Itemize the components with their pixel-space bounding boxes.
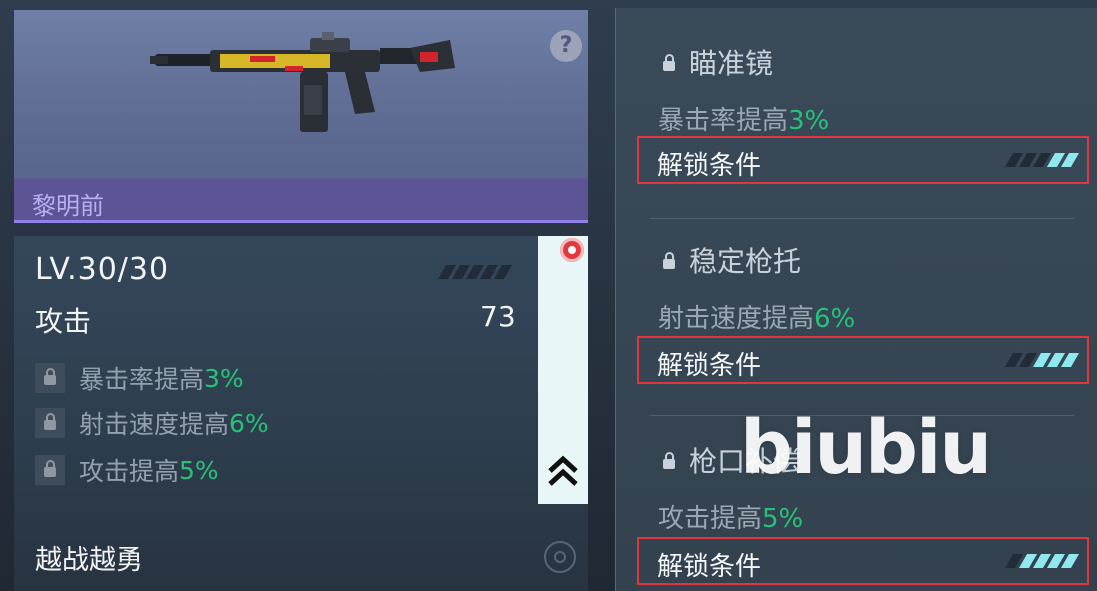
attribute-row: 攻击提高 5% bbox=[35, 452, 219, 488]
level-progress-stripes bbox=[437, 265, 513, 279]
unlock-label: 解锁条件 bbox=[657, 552, 762, 582]
attribute-text: 射击速度提高 bbox=[79, 410, 230, 439]
mod-title-text: 稳定枪托 bbox=[689, 245, 802, 278]
mod-description: 攻击提高5% bbox=[658, 498, 803, 535]
lock-icon bbox=[663, 252, 675, 269]
mod-description: 射击速度提高6% bbox=[658, 298, 855, 335]
lock-icon bbox=[663, 452, 675, 469]
weapon-skill-name: 越战越勇 bbox=[35, 545, 143, 576]
divider bbox=[650, 218, 1074, 219]
weapon-level: LV.30/30 bbox=[35, 252, 170, 287]
rifle-image bbox=[150, 32, 455, 132]
unlock-condition-button[interactable]: 解锁条件 bbox=[637, 136, 1089, 184]
unlock-progress-stripes bbox=[1004, 353, 1080, 367]
mod-title-text: 瞄准镜 bbox=[689, 47, 774, 80]
mod-desc-text: 暴击率提高 bbox=[658, 106, 789, 136]
lock-icon bbox=[35, 408, 65, 438]
lock-icon bbox=[663, 54, 675, 71]
attribute-pct: 3% bbox=[204, 363, 244, 393]
attribute-row: 暴击率提高 3% bbox=[35, 360, 244, 396]
unlock-label: 解锁条件 bbox=[657, 151, 762, 181]
attribute-text: 攻击提高 bbox=[79, 457, 180, 486]
target-icon[interactable] bbox=[544, 541, 576, 573]
unlock-progress-stripes bbox=[1004, 554, 1080, 568]
unlock-progress-stripes bbox=[1004, 153, 1080, 167]
mod-desc-pct: 6% bbox=[814, 304, 856, 334]
watermark-text: biubiu bbox=[740, 405, 992, 491]
weapon-name-bar: 黎明前 bbox=[14, 178, 588, 223]
lock-icon bbox=[35, 455, 65, 485]
unlock-condition-button[interactable]: 解锁条件 bbox=[637, 537, 1089, 585]
attribute-row: 射击速度提高 6% bbox=[35, 405, 269, 441]
attribute-pct: 6% bbox=[229, 408, 269, 438]
attribute-pct: 5% bbox=[179, 455, 219, 485]
help-icon[interactable]: ? bbox=[550, 30, 582, 62]
unlock-label: 解锁条件 bbox=[657, 351, 762, 381]
unlock-condition-button[interactable]: 解锁条件 bbox=[637, 336, 1089, 384]
mod-title: 稳定枪托 bbox=[663, 240, 801, 280]
lock-icon bbox=[35, 363, 65, 393]
mod-title: 瞄准镜 bbox=[663, 42, 773, 82]
mod-desc-text: 射击速度提高 bbox=[658, 304, 815, 334]
mod-desc-text: 攻击提高 bbox=[658, 504, 763, 534]
record-indicator-icon bbox=[560, 238, 584, 262]
attack-value: 73 bbox=[480, 300, 516, 333]
weapon-name: 黎明前 bbox=[32, 192, 104, 220]
attribute-text: 暴击率提高 bbox=[79, 365, 205, 394]
double-chevron-up-icon[interactable] bbox=[546, 455, 580, 487]
attack-label: 攻击 bbox=[35, 305, 92, 338]
mod-description: 暴击率提高3% bbox=[658, 100, 829, 137]
mod-desc-pct: 5% bbox=[762, 504, 804, 534]
mod-desc-pct: 3% bbox=[788, 106, 830, 136]
